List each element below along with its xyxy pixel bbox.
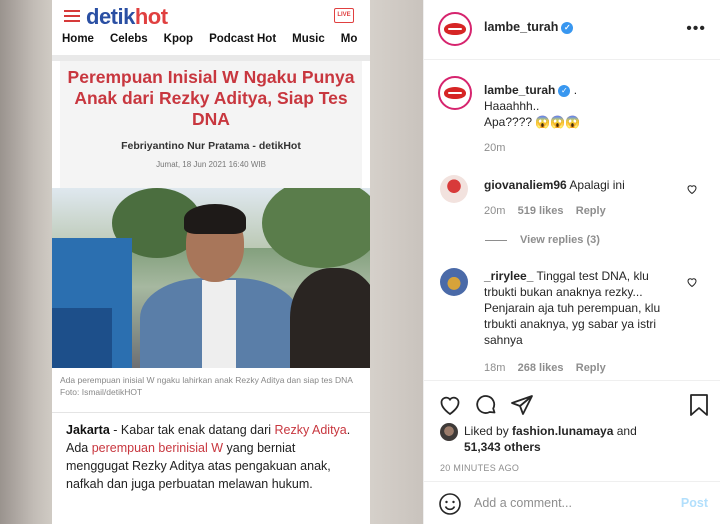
verified-badge-icon: ✓	[558, 84, 571, 97]
view-replies-button[interactable]: View replies (3)	[520, 234, 600, 246]
article-body: Jakarta - Kabar tak enak datang dari Rez…	[66, 423, 351, 491]
detikhot-nav: Home Celebs Kpop Podcast Hot Music Mo	[52, 33, 370, 55]
avatar[interactable]	[440, 268, 468, 296]
divider	[52, 412, 370, 413]
photo-caption: Ada perempuan inisial W ngaku lahirkan a…	[60, 375, 353, 397]
emoji-icon[interactable]	[438, 492, 462, 516]
nav-item: Podcast Hot	[209, 33, 277, 45]
avatar[interactable]	[438, 12, 472, 46]
verified-badge-icon: ✓	[561, 21, 574, 34]
article-screenshot: detikhot LIVE Home Celebs Kpop Podcast H…	[52, 0, 370, 524]
article-byline: Febriyantino Nur Pratama - detikHot	[121, 140, 301, 152]
article-photo	[52, 188, 370, 368]
liker-username[interactable]: fashion.lunamaya	[512, 424, 613, 438]
post-username[interactable]: lambe_turah ✓	[484, 20, 574, 34]
comment-username[interactable]: giovanaliem96	[484, 178, 567, 192]
comment-input[interactable]	[474, 496, 664, 510]
comment-likes[interactable]: 268 likes	[518, 362, 564, 374]
like-comment-heart-icon[interactable]	[686, 183, 698, 195]
comment-meta: 18m 268 likes Reply	[484, 362, 606, 374]
comment-time: 20m	[484, 205, 506, 217]
avatar[interactable]	[438, 76, 472, 110]
post-media: detikhot LIVE Home Celebs Kpop Podcast H…	[0, 0, 423, 524]
comment-time: 18m	[484, 362, 506, 374]
avatar[interactable]	[440, 175, 468, 203]
more-options-icon[interactable]: •••	[686, 20, 706, 38]
live-tv-icon: LIVE	[334, 8, 354, 23]
save-bookmark-icon[interactable]	[688, 393, 710, 417]
post-timestamp: 20 MINUTES AGO	[440, 463, 520, 473]
like-comment-heart-icon[interactable]	[686, 276, 698, 288]
comment-text: giovanaliem96 Apalagi ini	[484, 178, 625, 192]
nav-item: Music	[292, 33, 325, 45]
article-headline: Perempuan Inisial W Ngaku Punya Anak dar…	[67, 67, 355, 129]
nav-item: Celebs	[109, 33, 148, 45]
liked-by-summary: Liked by fashion.lunamaya and 51,343 oth…	[464, 424, 637, 454]
caption-line: Haaahhh..	[484, 99, 540, 113]
comment-meta: 20m 519 likes Reply	[484, 205, 606, 217]
nav-item: Kpop	[163, 33, 194, 45]
avatar[interactable]	[440, 423, 458, 441]
like-heart-icon[interactable]	[438, 393, 462, 417]
add-comment-bar: Post	[424, 481, 720, 524]
reply-button[interactable]: Reply	[576, 362, 606, 374]
hamburger-menu-icon	[64, 10, 80, 22]
detikhot-header: detikhot LIVE	[52, 0, 370, 33]
post-sidebar: lambe_turah ✓ ••• lambe_turah ✓ . Haaahhh.…	[423, 0, 720, 524]
nav-item: Mo	[340, 33, 358, 45]
share-send-icon[interactable]	[510, 393, 534, 417]
caption-username[interactable]: lambe_turah	[484, 83, 555, 97]
article-header: Perempuan Inisial W Ngaku Punya Anak dar…	[60, 61, 362, 188]
detikhot-logo: detikhot	[86, 4, 168, 29]
comment-bubble-icon[interactable]	[474, 393, 498, 417]
comment-likes[interactable]: 519 likes	[518, 205, 564, 217]
caption-line: Apa???? 😱😱😱	[484, 115, 581, 129]
post-header: lambe_turah ✓ •••	[424, 0, 720, 60]
reply-button[interactable]: Reply	[576, 205, 606, 217]
post-actions: Liked by fashion.lunamaya and 51,343 oth…	[424, 380, 720, 524]
caption-time: 20m	[484, 142, 506, 154]
likes-count[interactable]: 51,343 others	[464, 440, 541, 454]
post-comment-button[interactable]: Post	[681, 496, 708, 510]
divider	[485, 240, 507, 241]
comment-text: _rirylee_ Tinggal test DNA, klu trbukti …	[484, 269, 661, 347]
nav-item: Home	[62, 33, 94, 45]
article-date: Jumat, 18 Jun 2021 16:40 WIB	[156, 160, 266, 169]
caption-text: lambe_turah ✓ . Haaahhh.. Apa???? 😱😱😱	[484, 83, 581, 129]
comment-username[interactable]: _rirylee_	[484, 269, 533, 283]
